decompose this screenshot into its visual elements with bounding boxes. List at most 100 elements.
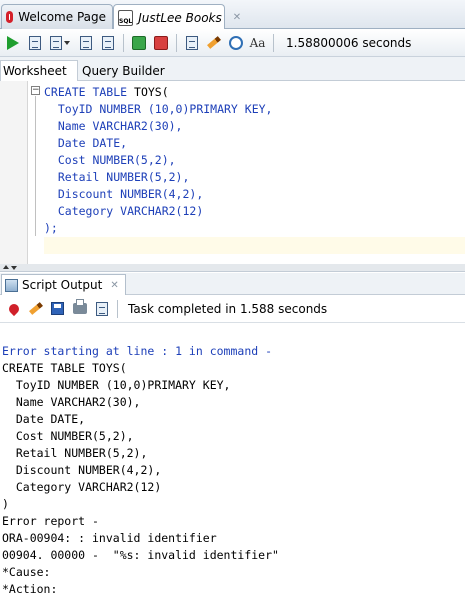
- script-output-icon: [5, 278, 18, 292]
- toolbar-separator: [117, 299, 118, 318]
- text-case-icon: Aa: [249, 35, 266, 50]
- tab-welcome-page[interactable]: Welcome Page: [1, 4, 113, 29]
- tab-label: Script Output: [22, 278, 103, 292]
- sql-editor[interactable]: − CREATE TABLE TOYS( ToyID NUMBER (10,0)…: [0, 81, 465, 264]
- output-line: *Action:: [2, 582, 58, 596]
- code-line: Retail NUMBER(5,2),: [44, 169, 272, 186]
- toolbar-separator: [273, 33, 274, 52]
- code-token: Name VARCHAR2(30),: [44, 119, 183, 133]
- close-icon[interactable]: ✕: [110, 280, 118, 291]
- output-line: CREATE TABLE TOYS(: [2, 361, 127, 375]
- run-script-icon: [28, 35, 41, 50]
- commit-button[interactable]: [128, 32, 149, 53]
- pin-button[interactable]: [3, 298, 24, 319]
- eraser-icon: [206, 36, 221, 49]
- commit-icon: [131, 35, 146, 50]
- editor-gutter: [0, 81, 28, 264]
- output-line: Category VARCHAR2(12): [2, 480, 162, 494]
- code-line: ToyID NUMBER (10,0)PRIMARY KEY,: [44, 101, 273, 118]
- clear-output-button[interactable]: [25, 298, 46, 319]
- clear-button[interactable]: [203, 32, 224, 53]
- rollback-icon: [153, 35, 168, 50]
- tab-query-builder[interactable]: Query Builder: [74, 60, 173, 81]
- chevron-down-icon[interactable]: [11, 266, 17, 270]
- output-line: ORA-00904: : invalid identifier: [2, 531, 217, 545]
- output-line: *Cause:: [2, 565, 51, 579]
- print-output-button[interactable]: [69, 298, 90, 319]
- chevron-down-icon[interactable]: [64, 40, 70, 45]
- code-line: Name VARCHAR2(30),: [44, 118, 272, 135]
- output-line: Error starting at line : 1 in command -: [2, 344, 273, 358]
- document-tab-bar: Welcome Page SQL JustLee Books ✕: [0, 0, 465, 30]
- explain-plan-button[interactable]: [75, 32, 96, 53]
- code-token: Discount NUMBER(4,2),: [44, 187, 204, 201]
- task-status: Task completed in 1.588 seconds: [128, 301, 328, 316]
- code-token: Date DATE,: [44, 136, 128, 150]
- worksheet-tab-bar: Worksheet Query Builder: [0, 57, 465, 81]
- sql-tuning-button[interactable]: [97, 32, 118, 53]
- oracle-icon: [6, 11, 14, 23]
- eraser-icon: [28, 302, 43, 315]
- printer-icon: [72, 299, 87, 314]
- output-line: Cost NUMBER(5,2),: [2, 429, 134, 443]
- fold-collapse-icon[interactable]: −: [31, 86, 40, 95]
- output-line: ): [2, 497, 9, 511]
- history-icon: [228, 35, 243, 50]
- close-icon[interactable]: ✕: [233, 12, 241, 23]
- code-line: Date DATE,: [44, 135, 272, 152]
- code-token: );: [44, 221, 58, 235]
- pin-icon: [6, 301, 21, 316]
- panel-splitter[interactable]: [0, 264, 465, 272]
- toolbar-separator: [176, 33, 177, 52]
- tab-label: JustLee Books: [138, 10, 222, 25]
- code-identifier: TOYS(: [134, 85, 169, 99]
- document-icon: [95, 301, 108, 316]
- autotrace-icon: [50, 35, 62, 50]
- tuning-advisor-icon: [101, 35, 114, 50]
- code-token: Category VARCHAR2(12): [44, 204, 204, 218]
- code-line: );: [44, 220, 272, 237]
- code-line: Discount NUMBER(4,2),: [44, 186, 272, 203]
- sql-worksheet-icon: SQL: [118, 9, 134, 26]
- current-line-highlight: [44, 237, 465, 254]
- code-text[interactable]: CREATE TABLE TOYS( ToyID NUMBER (10,0)PR…: [44, 84, 272, 237]
- worksheet-toolbar: Aa 1.58800006 seconds: [0, 29, 465, 57]
- run-statement-button[interactable]: [2, 32, 23, 53]
- run-script-button[interactable]: [24, 32, 45, 53]
- unshared-worksheet-icon: [185, 35, 198, 50]
- output-tab-bar: Script Output ✕: [0, 273, 465, 295]
- output-line: Error report -: [2, 514, 99, 528]
- save-output-button[interactable]: [47, 298, 68, 319]
- tab-script-output[interactable]: Script Output ✕: [1, 274, 126, 295]
- output-line: Date DATE,: [2, 412, 86, 426]
- code-token: Cost NUMBER(5,2),: [44, 153, 176, 167]
- chevron-up-icon[interactable]: [3, 265, 9, 269]
- rollback-button[interactable]: [150, 32, 171, 53]
- fold-guide: [35, 96, 36, 236]
- output-line: ToyID NUMBER (10,0)PRIMARY KEY,: [2, 378, 231, 392]
- output-line: 00904. 00000 - "%s: invalid identifier": [2, 548, 279, 562]
- output-line: Retail NUMBER(5,2),: [2, 446, 148, 460]
- output-text: Error starting at line : 1 in command - C…: [2, 343, 279, 598]
- tab-label: Welcome Page: [18, 10, 106, 24]
- output-toolbar: Task completed in 1.588 seconds: [0, 295, 465, 323]
- format-button[interactable]: Aa: [247, 32, 268, 53]
- unshared-sql-button[interactable]: [181, 32, 202, 53]
- output-line: Name VARCHAR2(30),: [2, 395, 141, 409]
- code-token: Retail NUMBER(5,2),: [44, 170, 190, 184]
- output-line: Discount NUMBER(4,2),: [2, 463, 162, 477]
- explain-plan-icon: [79, 35, 92, 50]
- tab-worksheet[interactable]: Worksheet: [0, 60, 78, 81]
- history-button[interactable]: [225, 32, 246, 53]
- script-output-pane[interactable]: Error starting at line : 1 in command - C…: [0, 323, 465, 610]
- tab-justlee-books[interactable]: SQL JustLee Books ✕: [113, 4, 241, 30]
- elapsed-time: 1.58800006 seconds: [286, 35, 412, 50]
- open-output-button[interactable]: [91, 298, 112, 319]
- code-token: ToyID NUMBER (10,0)PRIMARY KEY,: [44, 102, 273, 116]
- play-icon: [6, 35, 19, 50]
- code-token: CREATE TABLE: [44, 85, 135, 99]
- autotrace-button[interactable]: [46, 32, 74, 53]
- code-line: Cost NUMBER(5,2),: [44, 152, 272, 169]
- code-line: Category VARCHAR2(12): [44, 203, 272, 220]
- save-icon: [51, 302, 64, 315]
